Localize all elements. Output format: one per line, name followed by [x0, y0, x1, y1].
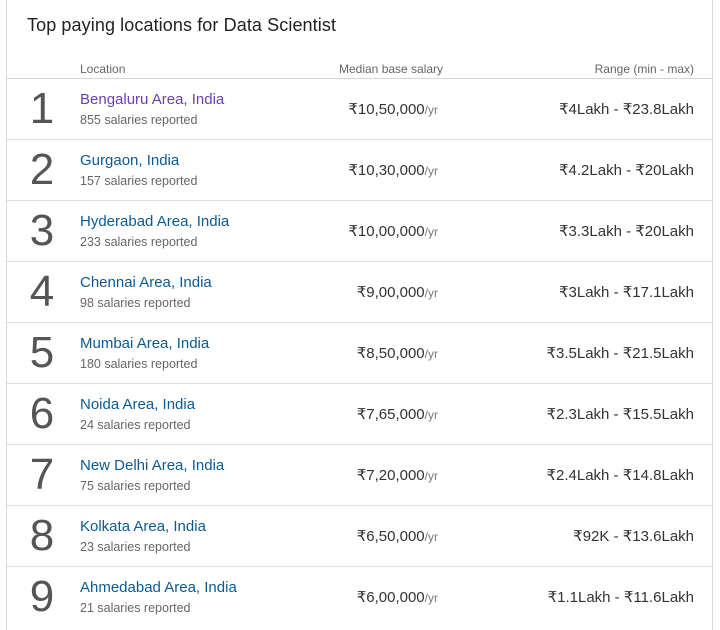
- table-row: 2 Gurgaon, India 157 salaries reported ₹…: [7, 140, 712, 201]
- location-link-ahmedabad[interactable]: Ahmedabad Area, India: [80, 579, 237, 596]
- median-salary: ₹6,50,000/yr: [357, 527, 438, 546]
- table-row: 1 Bengaluru Area, India 855 salaries rep…: [7, 79, 712, 140]
- location-link-kolkata[interactable]: Kolkata Area, India: [80, 518, 206, 535]
- table-row: 8 Kolkata Area, India 23 salaries report…: [7, 506, 712, 567]
- median-salary-value: ₹10,00,000: [348, 223, 424, 240]
- card-title: Top paying locations for Data Scientist: [27, 15, 336, 36]
- salaries-reported: 24 salaries reported: [80, 418, 190, 432]
- salary-range: ₹4Lakh - ₹23.8Lakh: [559, 100, 694, 118]
- median-salary-value: ₹10,30,000: [348, 162, 424, 179]
- location-link-hyderabad[interactable]: Hyderabad Area, India: [80, 213, 229, 230]
- rank-number: 2: [24, 145, 60, 195]
- median-salary: ₹6,00,000/yr: [357, 588, 438, 607]
- table-row: 9 Ahmedabad Area, India 21 salaries repo…: [7, 567, 712, 627]
- rank-number: 9: [24, 572, 60, 622]
- table-row: 3 Hyderabad Area, India 233 salaries rep…: [7, 201, 712, 262]
- header-location: Location: [80, 62, 125, 76]
- median-salary-value: ₹6,00,000: [357, 589, 425, 606]
- median-salary: ₹8,50,000/yr: [357, 344, 438, 363]
- location-link-chennai[interactable]: Chennai Area, India: [80, 274, 212, 291]
- median-salary: ₹7,65,000/yr: [357, 405, 438, 424]
- salaries-reported: 157 salaries reported: [80, 174, 197, 188]
- median-salary: ₹10,50,000/yr: [348, 100, 438, 119]
- median-salary-value: ₹7,65,000: [357, 406, 425, 423]
- median-salary-unit: /yr: [425, 530, 438, 544]
- median-salary: ₹7,20,000/yr: [357, 466, 438, 485]
- median-salary-value: ₹10,50,000: [348, 101, 424, 118]
- salaries-reported: 855 salaries reported: [80, 113, 197, 127]
- median-salary-unit: /yr: [425, 591, 438, 605]
- median-salary-value: ₹7,20,000: [357, 467, 425, 484]
- median-salary-unit: /yr: [425, 225, 438, 239]
- rank-number: 8: [24, 511, 60, 561]
- median-salary-unit: /yr: [425, 469, 438, 483]
- median-salary: ₹10,30,000/yr: [348, 161, 438, 180]
- salary-range: ₹3.5Lakh - ₹21.5Lakh: [546, 344, 694, 362]
- salary-range: ₹2.3Lakh - ₹15.5Lakh: [546, 405, 694, 423]
- median-salary-value: ₹6,50,000: [357, 528, 425, 545]
- rank-number: 5: [24, 328, 60, 378]
- salaries-reported: 21 salaries reported: [80, 601, 190, 615]
- median-salary: ₹9,00,000/yr: [357, 283, 438, 302]
- salaries-reported: 23 salaries reported: [80, 540, 190, 554]
- median-salary-unit: /yr: [425, 286, 438, 300]
- rank-number: 3: [24, 206, 60, 256]
- salaries-reported: 75 salaries reported: [80, 479, 190, 493]
- location-link-gurgaon[interactable]: Gurgaon, India: [80, 152, 179, 169]
- table-row: 5 Mumbai Area, India 180 salaries report…: [7, 323, 712, 384]
- locations-table-body: 1 Bengaluru Area, India 855 salaries rep…: [7, 79, 712, 627]
- median-salary-unit: /yr: [425, 164, 438, 178]
- table-row: 4 Chennai Area, India 98 salaries report…: [7, 262, 712, 323]
- header-median-salary: Median base salary: [339, 62, 443, 76]
- location-link-bengaluru[interactable]: Bengaluru Area, India: [80, 91, 224, 108]
- table-row: 6 Noida Area, India 24 salaries reported…: [7, 384, 712, 445]
- salary-range: ₹2.4Lakh - ₹14.8Lakh: [546, 466, 694, 484]
- salaries-reported: 98 salaries reported: [80, 296, 190, 310]
- median-salary-value: ₹9,00,000: [357, 284, 425, 301]
- table-header: Location Median base salary Range (min -…: [7, 60, 712, 79]
- salary-range: ₹92K - ₹13.6Lakh: [573, 527, 694, 545]
- salary-range: ₹3.3Lakh - ₹20Lakh: [559, 222, 694, 240]
- median-salary-unit: /yr: [425, 347, 438, 361]
- rank-number: 7: [24, 450, 60, 500]
- salary-range: ₹4.2Lakh - ₹20Lakh: [559, 161, 694, 179]
- salary-range: ₹1.1Lakh - ₹11.6Lakh: [548, 588, 694, 606]
- rank-number: 6: [24, 389, 60, 439]
- salaries-reported: 233 salaries reported: [80, 235, 197, 249]
- table-row: 7 New Delhi Area, India 75 salaries repo…: [7, 445, 712, 506]
- salary-range: ₹3Lakh - ₹17.1Lakh: [559, 283, 694, 301]
- median-salary-unit: /yr: [425, 408, 438, 422]
- rank-number: 1: [24, 84, 60, 134]
- location-link-mumbai[interactable]: Mumbai Area, India: [80, 335, 209, 352]
- median-salary: ₹10,00,000/yr: [348, 222, 438, 241]
- median-salary-value: ₹8,50,000: [357, 345, 425, 362]
- salaries-reported: 180 salaries reported: [80, 357, 197, 371]
- top-paying-locations-card: Top paying locations for Data Scientist …: [6, 0, 713, 630]
- rank-number: 4: [24, 267, 60, 317]
- location-link-noida[interactable]: Noida Area, India: [80, 396, 195, 413]
- location-link-new-delhi[interactable]: New Delhi Area, India: [80, 457, 224, 474]
- header-range: Range (min - max): [595, 62, 694, 76]
- median-salary-unit: /yr: [425, 103, 438, 117]
